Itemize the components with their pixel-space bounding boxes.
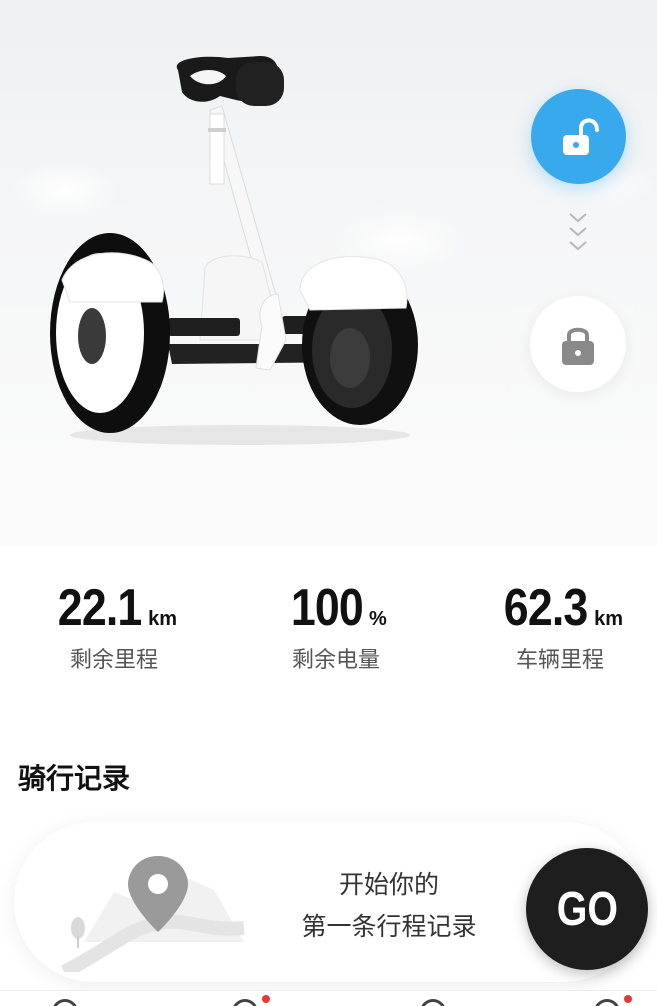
stat-unit: km xyxy=(148,608,178,630)
stat-unit: km xyxy=(594,608,624,630)
notification-badge xyxy=(262,995,270,1003)
nav-store-icon[interactable] xyxy=(420,999,446,1006)
stat-odometer: 62.3 km 车辆里程 xyxy=(460,578,657,674)
lock-icon xyxy=(562,327,594,365)
nav-discover-icon[interactable] xyxy=(232,999,258,1006)
ride-record-card[interactable]: 开始你的 第一条行程记录 GO xyxy=(14,822,648,982)
stat-remaining-battery: 100% 剩余电量 xyxy=(236,578,436,674)
ride-empty-line1: 开始你的 xyxy=(338,870,439,899)
ride-empty-message: 开始你的 第一条行程记录 xyxy=(264,864,514,948)
bottom-nav xyxy=(0,990,657,1006)
scooter-image xyxy=(50,56,418,445)
lock-button[interactable] xyxy=(530,296,626,392)
go-button-label: GO xyxy=(556,882,618,936)
vehicle-hero xyxy=(0,0,657,545)
go-button[interactable]: GO xyxy=(526,848,648,970)
stat-label: 车辆里程 xyxy=(515,648,604,673)
vehicle-stats: 22.1 km 剩余里程 100% 剩余电量 62.3 km 车辆里程 xyxy=(0,560,657,690)
stat-label: 剩余电量 xyxy=(291,648,380,673)
unlock-button[interactable] xyxy=(531,89,626,184)
ride-records-title: 骑行记录 xyxy=(18,762,131,795)
map-pin-icon xyxy=(60,856,245,972)
ride-empty-line2: 第一条行程记录 xyxy=(301,912,477,941)
stat-remaining-range: 22.1 km 剩余里程 xyxy=(14,578,214,674)
app-screen: 22.1 km 剩余里程 100% 剩余电量 62.3 km 车辆里程 骑行记录 开… xyxy=(0,0,657,1006)
stat-unit: % xyxy=(368,608,387,630)
nav-home-icon[interactable] xyxy=(52,999,78,1006)
stat-value: 62.3 xyxy=(503,579,588,637)
chevron-down-icon xyxy=(569,213,587,251)
nav-profile-icon[interactable] xyxy=(594,999,620,1006)
notification-badge xyxy=(624,995,632,1003)
unlock-icon xyxy=(562,117,599,155)
stat-label: 剩余里程 xyxy=(69,648,158,673)
stat-value: 100 xyxy=(291,579,364,637)
stat-value: 22.1 xyxy=(57,579,142,637)
